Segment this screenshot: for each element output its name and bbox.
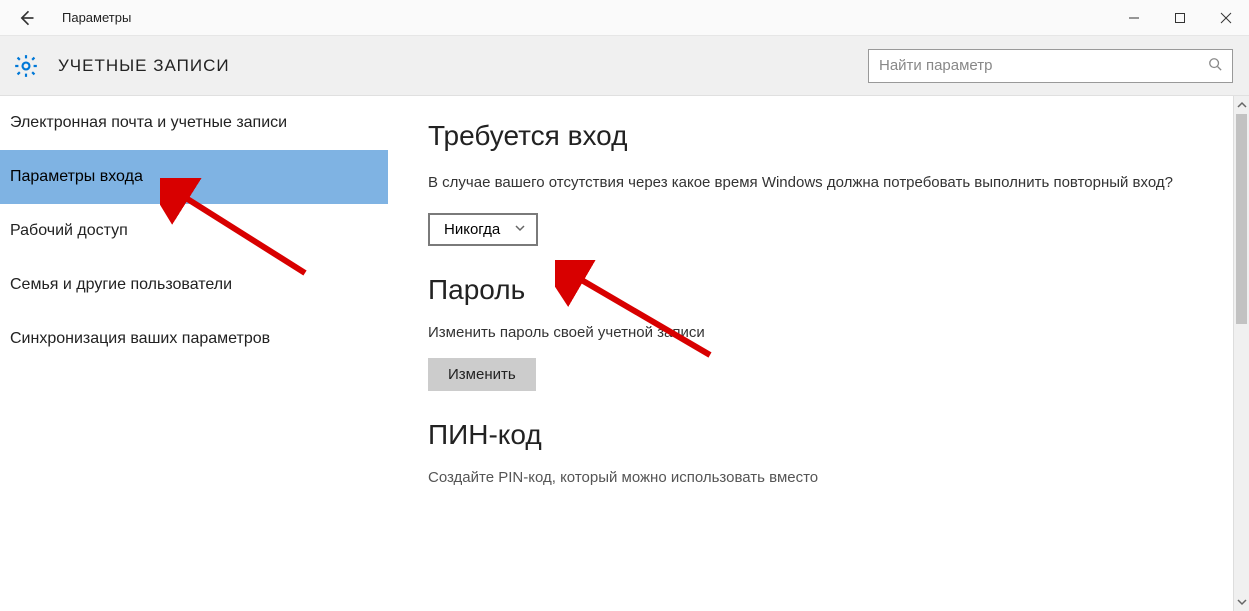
search-input[interactable] xyxy=(879,57,1208,74)
gear-icon xyxy=(12,52,40,80)
content-area: Требуется вход В случае вашего отсутстви… xyxy=(388,96,1249,611)
text-password-description: Изменить пароль своей учетной записи xyxy=(428,322,1188,345)
chevron-down-icon xyxy=(514,222,526,237)
heading-pin: ПИН-код xyxy=(428,419,1209,451)
scroll-thumb[interactable] xyxy=(1236,114,1247,324)
scroll-down-button[interactable] xyxy=(1234,593,1249,611)
sidebar-item-signin-options[interactable]: Параметры входа xyxy=(0,150,388,204)
change-password-button[interactable]: Изменить xyxy=(428,358,536,391)
search-box[interactable] xyxy=(868,49,1233,83)
sidebar: Электронная почта и учетные записи Парам… xyxy=(0,96,388,611)
back-button[interactable] xyxy=(14,6,38,30)
heading-password: Пароль xyxy=(428,274,1209,306)
section-title: УЧЕТНЫЕ ЗАПИСИ xyxy=(58,56,230,76)
header: УЧЕТНЫЕ ЗАПИСИ xyxy=(0,36,1249,96)
titlebar: Параметры xyxy=(0,0,1249,36)
app-title: Параметры xyxy=(62,10,131,25)
close-button[interactable] xyxy=(1203,0,1249,36)
window-controls xyxy=(1111,0,1249,36)
vertical-scrollbar[interactable] xyxy=(1233,96,1249,611)
body-area: Электронная почта и учетные записи Парам… xyxy=(0,96,1249,611)
sidebar-item-family-users[interactable]: Семья и другие пользователи xyxy=(0,258,388,312)
titlebar-left: Параметры xyxy=(14,6,131,30)
header-left: УЧЕТНЫЕ ЗАПИСИ xyxy=(12,52,230,80)
minimize-button[interactable] xyxy=(1111,0,1157,36)
scroll-up-button[interactable] xyxy=(1234,96,1249,114)
text-signin-description: В случае вашего отсутствия через какое в… xyxy=(428,172,1188,195)
signin-timeout-dropdown[interactable]: Никогда xyxy=(428,213,538,246)
heading-signin-required: Требуется вход xyxy=(428,120,1209,152)
text-pin-cutoff: Создайте PIN-код, который можно использо… xyxy=(428,469,1209,486)
search-icon xyxy=(1208,57,1222,74)
sidebar-item-email-accounts[interactable]: Электронная почта и учетные записи xyxy=(0,96,388,150)
sidebar-item-work-access[interactable]: Рабочий доступ xyxy=(0,204,388,258)
dropdown-value: Никогда xyxy=(444,221,500,238)
maximize-button[interactable] xyxy=(1157,0,1203,36)
sidebar-item-sync-settings[interactable]: Синхронизация ваших параметров xyxy=(0,312,388,366)
